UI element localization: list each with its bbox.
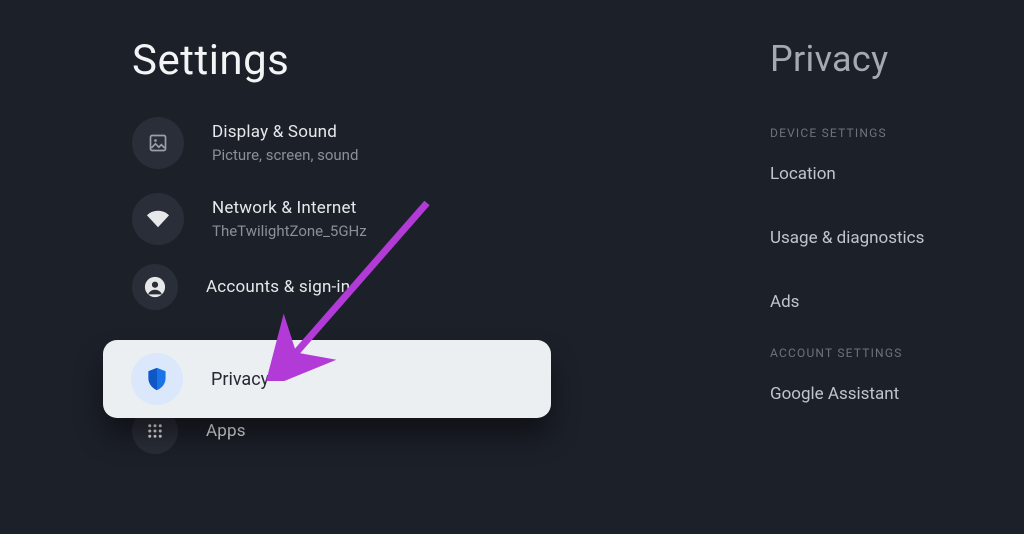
section-heading-device: DEVICE SETTINGS [770, 126, 1024, 140]
account-icon [132, 264, 178, 310]
privacy-item-usage[interactable]: Usage & diagnostics [770, 228, 1024, 248]
menu-item-sub: Picture, screen, sound [212, 146, 358, 164]
menu-item-label: Apps [206, 421, 246, 441]
menu-item-network[interactable]: Network & Internet TheTwilightZone_5GHz [132, 181, 640, 257]
shield-icon [131, 353, 183, 405]
image-icon [132, 117, 184, 169]
menu-item-display[interactable]: Display & Sound Picture, screen, sound [132, 105, 640, 181]
menu-item-sub: TheTwilightZone_5GHz [212, 222, 367, 240]
page-title: Settings [132, 36, 640, 85]
privacy-item-location[interactable]: Location [770, 164, 1024, 184]
settings-panel: Settings Display & Sound Picture, screen… [0, 0, 640, 534]
privacy-item-assistant[interactable]: Google Assistant [770, 384, 1024, 404]
section-heading-account: ACCOUNT SETTINGS [770, 346, 1024, 360]
menu-item-accounts[interactable]: Accounts & sign-in [132, 263, 640, 311]
menu-item-label: Privacy [211, 369, 269, 390]
menu-item-label: Network & Internet [212, 198, 367, 218]
privacy-panel: Privacy DEVICE SETTINGS Location Usage &… [770, 38, 1024, 448]
menu-item-label: Display & Sound [212, 122, 358, 142]
detail-title: Privacy [770, 38, 1024, 80]
privacy-item-ads[interactable]: Ads [770, 292, 1024, 312]
wifi-icon [132, 193, 184, 245]
menu-item-label: Accounts & sign-in [206, 277, 350, 297]
menu-item-privacy[interactable]: Privacy [103, 340, 551, 418]
